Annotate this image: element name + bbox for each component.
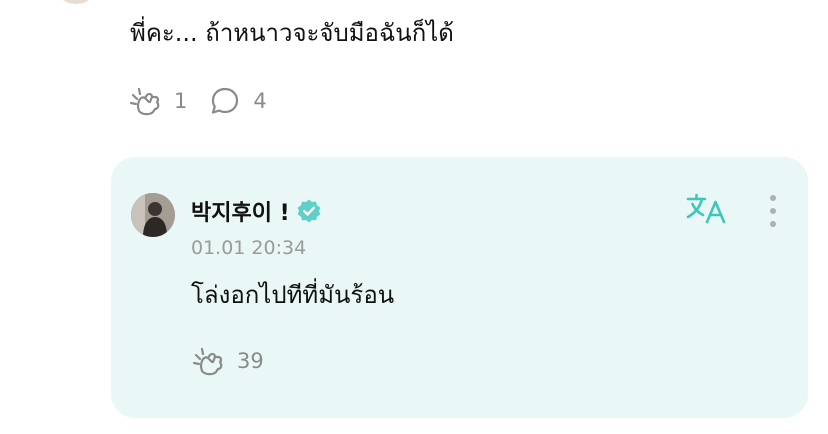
reply-actions: 39 [191, 343, 264, 379]
comment-reply-count: 4 [253, 89, 267, 113]
more-options-button[interactable] [761, 193, 785, 229]
comment-actions: 1 4 [128, 84, 267, 118]
comment-reply-button[interactable]: 4 [209, 85, 267, 117]
comment-text: พี่คะ... ถ้าหนาวจะจับมือฉันก็ได้ [130, 19, 454, 47]
reply-card: 박지후이 ! 01.01 20:34 โล่งอกไปทีที่มันร้อน [111, 157, 808, 418]
reply-author-avatar[interactable] [131, 193, 175, 237]
reply-like-button[interactable]: 39 [191, 345, 264, 377]
cheering-hand-icon [191, 345, 225, 377]
translate-button[interactable] [685, 191, 729, 227]
verified-badge-icon [296, 198, 322, 224]
reply-author-name[interactable]: 박지후이 ! [191, 195, 290, 227]
previous-comment-avatar[interactable] [54, 0, 98, 4]
comment-like-button[interactable]: 1 [128, 85, 187, 117]
speech-bubble-icon [209, 85, 241, 117]
translate-icon [685, 193, 729, 231]
reply-author-line: 박지후이 ! [191, 195, 322, 227]
comment-thread: พี่คะ... ถ้าหนาวจะจับมือฉันก็ได้ 1 4 박지후… [0, 0, 828, 434]
cheering-hand-icon [128, 85, 162, 117]
comment-like-count: 1 [174, 89, 188, 113]
reply-like-count: 39 [237, 349, 264, 373]
more-vertical-icon [761, 195, 785, 233]
reply-timestamp: 01.01 20:34 [191, 237, 307, 259]
reply-text: โล่งอกไปทีที่มันร้อน [191, 281, 395, 309]
